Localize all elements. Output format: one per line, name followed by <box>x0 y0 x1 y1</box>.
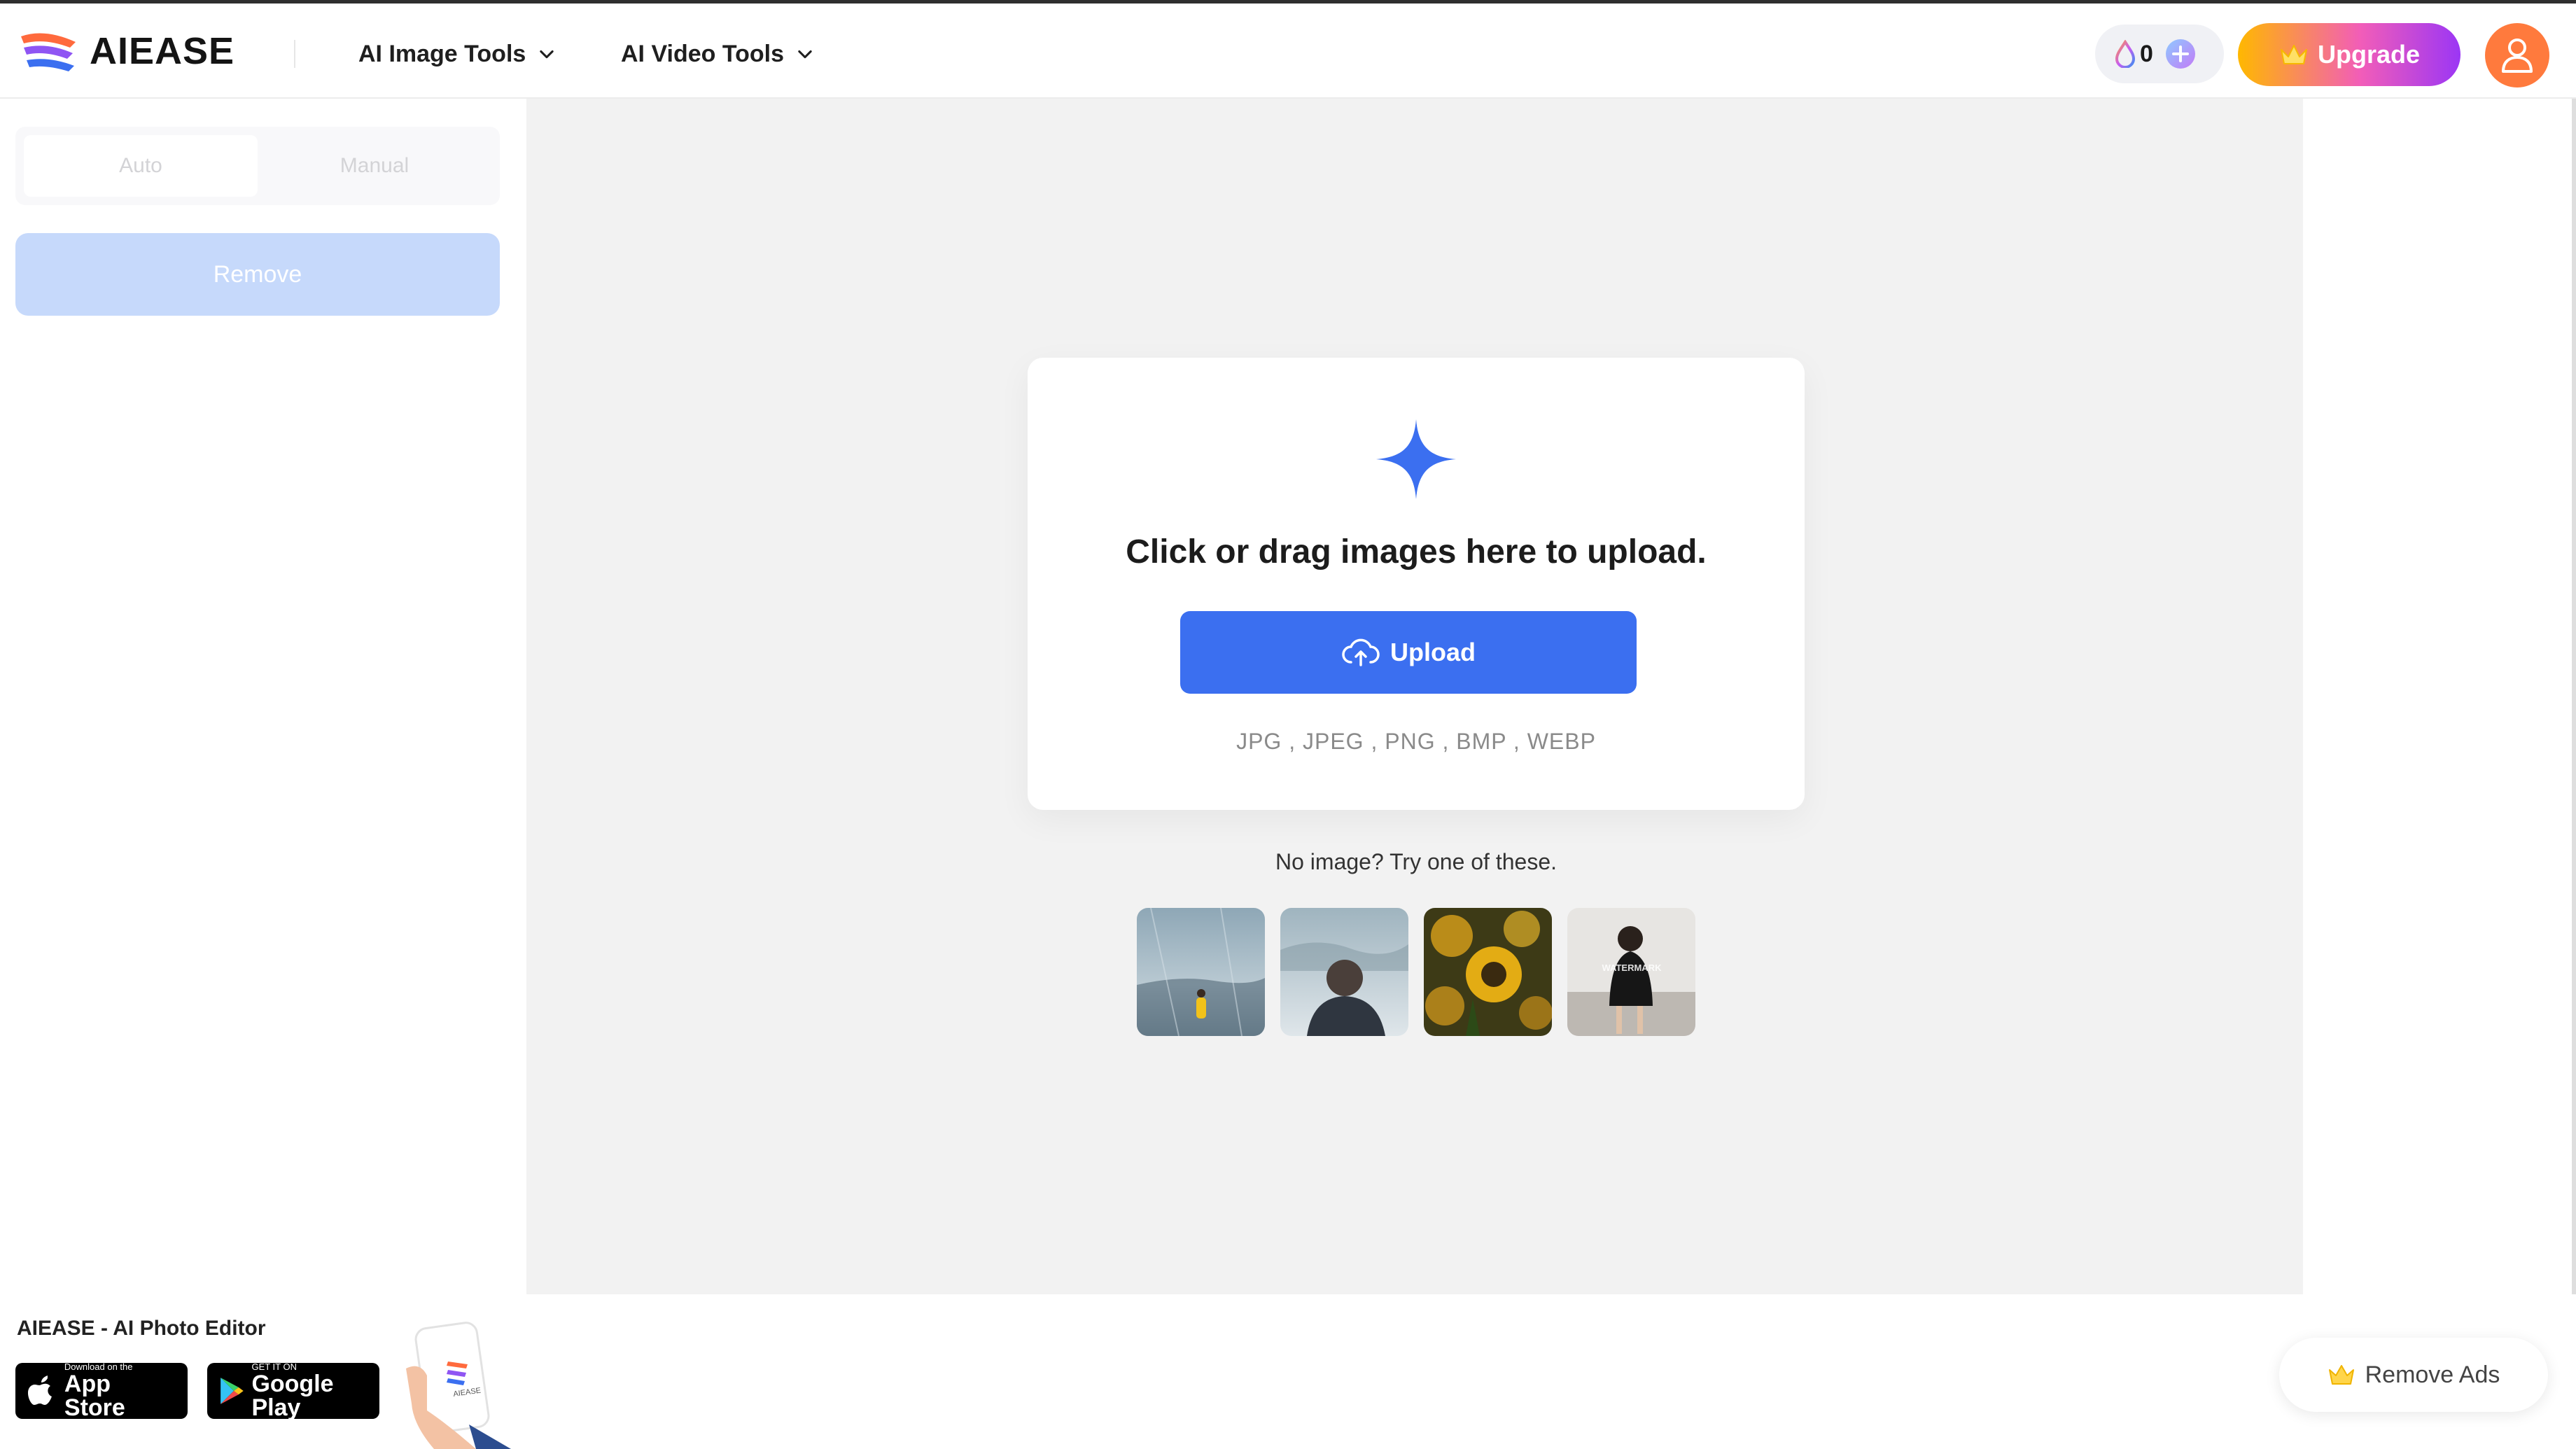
app-store-big-text: App Store <box>64 1371 125 1421</box>
crown-icon <box>2328 1365 2354 1385</box>
nav-ai-video-tools-label: AI Video Tools <box>621 40 784 67</box>
nav-ai-image-tools[interactable]: AI Image Tools <box>358 34 556 74</box>
watermark-overlay-text: WATERMARK <box>1602 962 1662 973</box>
remove-ads-label: Remove Ads <box>2365 1361 2500 1388</box>
sample-thumbnail-image <box>1137 908 1265 1036</box>
sample-thumbnail-image: WATERMARK <box>1567 908 1695 1036</box>
sample-image-woman-watermark[interactable]: WATERMARK <box>1567 908 1695 1036</box>
sample-image-misty-lake[interactable] <box>1137 908 1265 1036</box>
top-navigation-bar: AIEASE AI Image Tools AI Video Tools 0 U… <box>0 0 2576 99</box>
remove-ads-button[interactable]: Remove Ads <box>2279 1338 2548 1412</box>
upgrade-label: Upgrade <box>2317 40 2421 69</box>
sample-image-sunflowers[interactable] <box>1424 908 1552 1036</box>
crown-icon <box>2280 45 2307 64</box>
sample-images: WATERMARK <box>1137 908 1695 1036</box>
chevron-down-icon <box>540 50 554 59</box>
phone-in-hand-illustration: AIEASE <box>406 1322 511 1449</box>
app-store-badge[interactable]: Download on the App Store <box>15 1362 188 1421</box>
header-divider <box>294 40 295 68</box>
brand-logo[interactable]: AIEASE <box>17 23 234 79</box>
tab-manual[interactable]: Manual <box>258 135 491 197</box>
upgrade-button[interactable]: Upgrade <box>2238 23 2460 86</box>
nav-ai-video-tools[interactable]: AI Video Tools <box>621 34 815 74</box>
upload-button[interactable]: Upload <box>1180 611 1637 694</box>
credits-balance[interactable]: 0 <box>2095 24 2224 83</box>
nav-ai-image-tools-label: AI Image Tools <box>358 40 526 67</box>
cloud-upload-icon <box>1342 638 1380 666</box>
sample-thumbnail-image <box>1424 908 1552 1036</box>
google-play-badge[interactable]: GET IT ON Google Play <box>207 1362 379 1421</box>
user-avatar[interactable] <box>2485 23 2549 88</box>
supported-formats: JPG , JPEG , PNG , BMP , WEBP <box>1236 729 1596 754</box>
add-credits-icon[interactable] <box>2164 38 2197 70</box>
upload-instruction: Click or drag images here to upload. <box>1126 533 1707 570</box>
tab-auto[interactable]: Auto <box>24 135 258 197</box>
tool-sidebar: Auto Manual Remove <box>0 99 526 1294</box>
bottom-promo-area: AIEASE - AI Photo Editor Download on the… <box>0 1294 2576 1449</box>
sample-image-snowy-person[interactable] <box>1280 908 1408 1036</box>
upload-button-label: Upload <box>1390 638 1476 666</box>
app-promo-title: AIEASE - AI Photo Editor <box>17 1317 266 1340</box>
canvas-workarea: Click or drag images here to upload. Upl… <box>526 99 2303 1294</box>
sample-images-caption: No image? Try one of these. <box>1275 849 1557 874</box>
sample-thumbnail-image <box>1280 908 1408 1036</box>
google-play-big-text: Google Play <box>251 1371 334 1421</box>
page-scrollbar[interactable] <box>2572 99 2576 1449</box>
user-icon <box>2502 38 2533 73</box>
apple-icon <box>27 1376 52 1405</box>
sparkle-plus-icon <box>1376 419 1456 499</box>
aiease-logo-icon <box>21 33 76 71</box>
upload-dropzone[interactable]: Click or drag images here to upload. Upl… <box>1028 358 1805 810</box>
mode-tabs: Auto Manual <box>15 127 500 205</box>
credit-drop-icon <box>2115 40 2136 68</box>
chevron-down-icon <box>798 50 812 59</box>
google-play-icon <box>220 1378 244 1404</box>
credits-count: 0 <box>2140 40 2153 67</box>
right-blank-panel <box>2303 99 2576 1294</box>
brand-name: AIEASE <box>90 30 235 72</box>
remove-button[interactable]: Remove <box>15 233 500 316</box>
